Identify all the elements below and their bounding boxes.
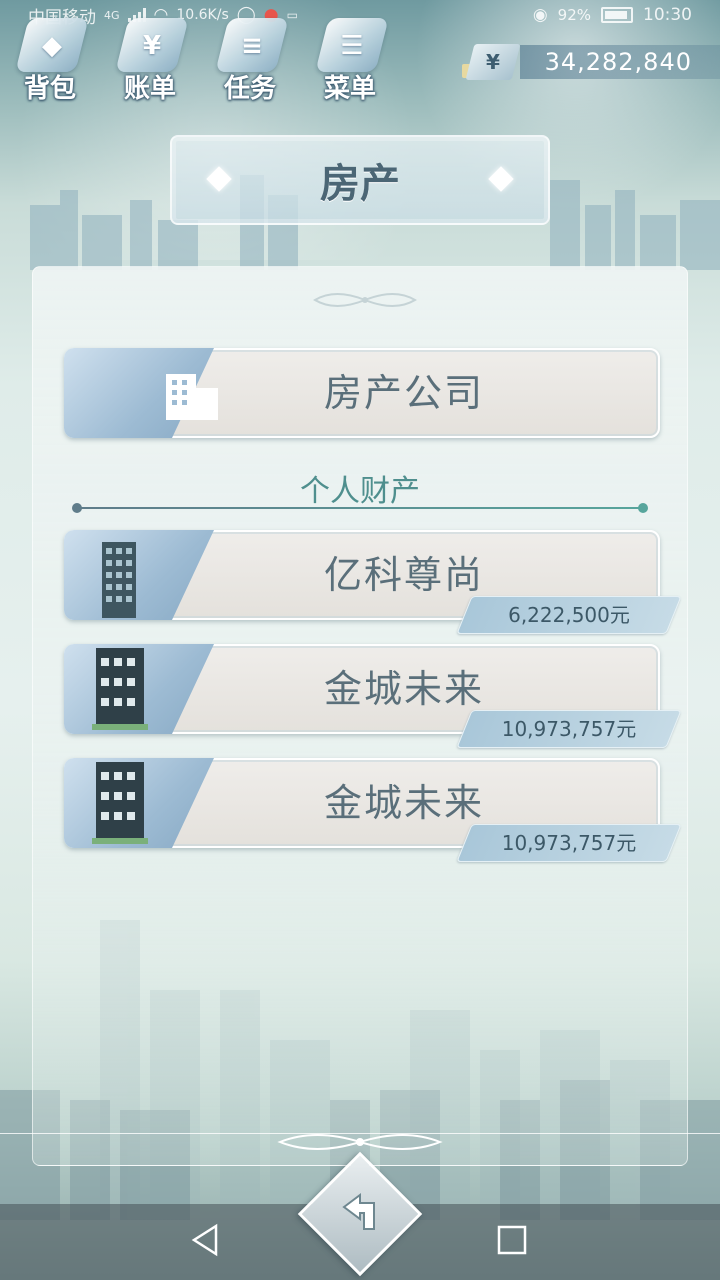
real-estate-company-card[interactable]: 房产公司 (64, 348, 660, 438)
tower-building-icon (102, 542, 136, 618)
currency-symbol: ¥ (486, 50, 500, 74)
nav-menu-button[interactable]: ☰ 菜单 (310, 18, 390, 108)
bill-glyph: ¥ (142, 31, 162, 61)
page-title-plate: 房产 (170, 135, 550, 225)
nav-backpack-label: 背包 (23, 74, 76, 104)
nav-backpack-button[interactable]: ◆ 背包 (10, 18, 90, 108)
company-label: 房产公司 (323, 371, 484, 415)
clock: 10:30 (643, 5, 692, 25)
balance-display: ¥ 34,282,840 (462, 44, 720, 80)
back-arrow-icon (342, 1193, 375, 1230)
property-price: 10,973,757元 (501, 831, 637, 855)
backpack-glyph: ◆ (42, 31, 62, 61)
apartment-building-icon (92, 648, 148, 730)
section-divider (72, 503, 648, 513)
property-card[interactable]: 亿科尊尚 6,222,500元 (64, 530, 682, 634)
battery-icon (601, 7, 633, 23)
recents-nav-icon[interactable] (494, 1222, 530, 1258)
eye-icon: ◉ (532, 5, 548, 25)
office-building-icon (166, 374, 218, 420)
property-card[interactable]: 金城未来 10,973,757元 (64, 758, 682, 862)
property-price: 10,973,757元 (501, 717, 637, 741)
yen-icon: ¥ (465, 44, 521, 80)
back-nav-icon[interactable] (188, 1222, 224, 1258)
nav-bill-label: 账单 (123, 74, 176, 104)
task-glyph: ≡ (241, 31, 263, 61)
personal-assets-title: 个人财产 (300, 474, 420, 509)
diamond-left-icon (206, 166, 232, 192)
nav-menu-label: 菜单 (323, 74, 376, 104)
ornament-icon (313, 293, 417, 307)
apartment-building-icon (92, 762, 148, 844)
nav-task-button[interactable]: ≡ 任务 (210, 18, 290, 108)
nav-bill-button[interactable]: ¥ 账单 (110, 18, 190, 108)
diamond-right-icon (488, 166, 514, 192)
page-title: 房产 (320, 161, 400, 207)
property-card[interactable]: 金城未来 10,973,757元 (64, 644, 682, 748)
menu-glyph: ☰ (340, 31, 364, 61)
nav-task-label: 任务 (223, 74, 276, 104)
property-price: 6,222,500元 (508, 603, 630, 627)
balance-amount: 34,282,840 (520, 45, 720, 79)
battery-percent: 92% (557, 6, 591, 24)
